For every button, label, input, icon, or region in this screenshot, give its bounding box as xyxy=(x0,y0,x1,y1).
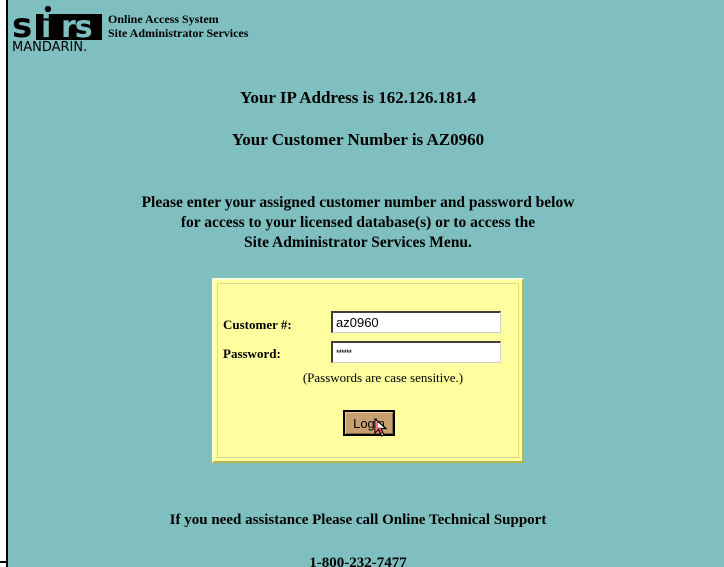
login-form: Customer #: Password: (Passwords are cas… xyxy=(212,278,524,463)
system-line-2: Site Administrator Services xyxy=(108,26,249,40)
support-message: If you need assistance Please call Onlin… xyxy=(169,512,547,528)
case-sensitive-note: (Passwords are case sensitive.) xyxy=(302,370,464,385)
instructions-line-2: for access to your licensed database(s) … xyxy=(180,214,536,231)
svg-text:rs: rs xyxy=(61,10,92,40)
ip-address-heading: Your IP Address is 162.126.181.4 xyxy=(240,88,476,107)
system-name: Online Access System Site Administrator … xyxy=(108,12,248,40)
customer-number-input[interactable] xyxy=(331,311,501,333)
sirs-mandarin-logo: s i rs MANDARIN. xyxy=(12,6,104,56)
system-line-1: Online Access System xyxy=(108,12,219,26)
customer-number-label: Customer #: xyxy=(223,317,292,332)
password-label: Password: xyxy=(223,346,281,361)
support-phone: 1-800-232-7477 xyxy=(309,555,407,567)
logo-brand: MANDARIN. xyxy=(12,40,88,55)
logo-mark: s i rs xyxy=(12,6,104,40)
mouse-pointer-icon xyxy=(374,418,388,437)
customer-number-heading: Your Customer Number is AZ0960 xyxy=(231,130,485,149)
svg-text:s: s xyxy=(12,6,31,40)
instructions-line-3: Site Administrator Services Menu. xyxy=(244,234,472,251)
instructions-line-1: Please enter your assigned customer numb… xyxy=(141,194,575,211)
sirs-logo-icon: s i rs xyxy=(12,6,102,40)
password-input[interactable] xyxy=(331,341,501,363)
svg-text:i: i xyxy=(41,10,51,40)
login-instructions: Please enter your assigned customer numb… xyxy=(8,193,708,253)
page-body: s i rs MANDARIN. Online Access System Si… xyxy=(8,0,724,567)
